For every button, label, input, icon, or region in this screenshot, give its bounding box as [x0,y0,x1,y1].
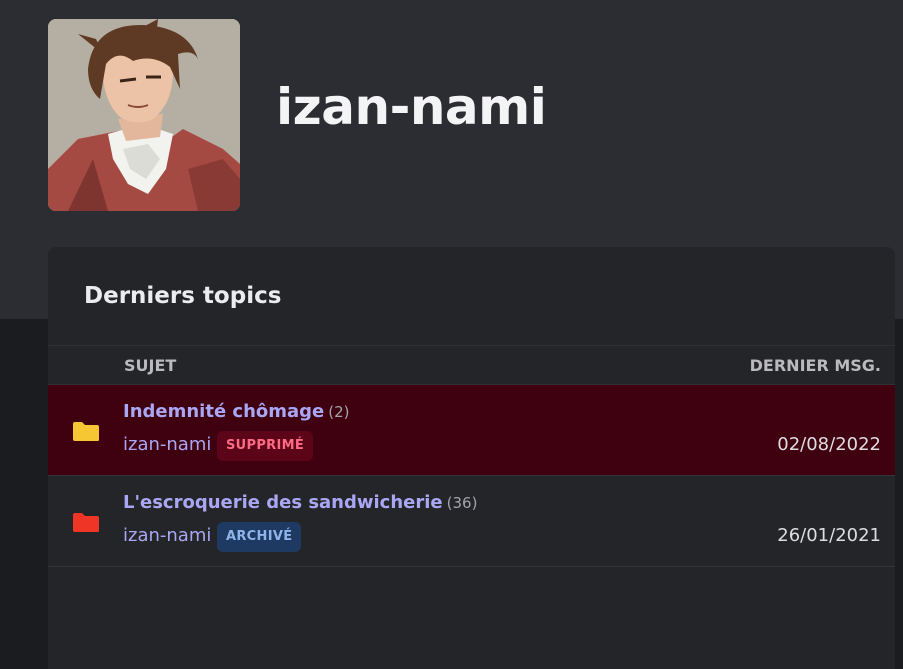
topic-link[interactable]: Indemnité chômage (2) [123,401,350,422]
table-row[interactable]: L'escroquerie des sandwicherie (36) izan-… [48,476,895,567]
card-title: Derniers topics [84,283,282,309]
recent-topics-card: Derniers topics SUJET DERNIER MSG. Indem… [48,247,895,669]
column-header-last-message: DERNIER MSG. [749,356,881,375]
reply-count: (2) [328,403,350,421]
author-link[interactable]: izan-nami [123,525,211,546]
last-message-date: 26/01/2021 [777,525,881,546]
column-header-subject: SUJET [124,356,177,375]
topic-title[interactable]: L'escroquerie des sandwicherie [123,492,443,513]
profile-username: izan-nami [276,78,547,136]
folder-red-icon [72,512,100,533]
reply-count: (36) [446,494,478,512]
status-badge-deleted: SUPPRIMÉ [217,431,314,461]
author-link[interactable]: izan-nami [123,434,211,455]
avatar-image [48,19,240,211]
table-header: SUJET DERNIER MSG. [48,345,895,385]
avatar [48,19,240,211]
status-badge-archived: ARCHIVÉ [217,522,302,552]
table-row[interactable]: Indemnité chômage (2) izan-nami SUPPRIMÉ … [48,385,895,476]
folder-yellow-icon [72,421,100,442]
topic-link[interactable]: L'escroquerie des sandwicherie (36) [123,492,477,513]
last-message-date: 02/08/2022 [777,434,881,455]
topic-title[interactable]: Indemnité chômage [123,401,324,422]
